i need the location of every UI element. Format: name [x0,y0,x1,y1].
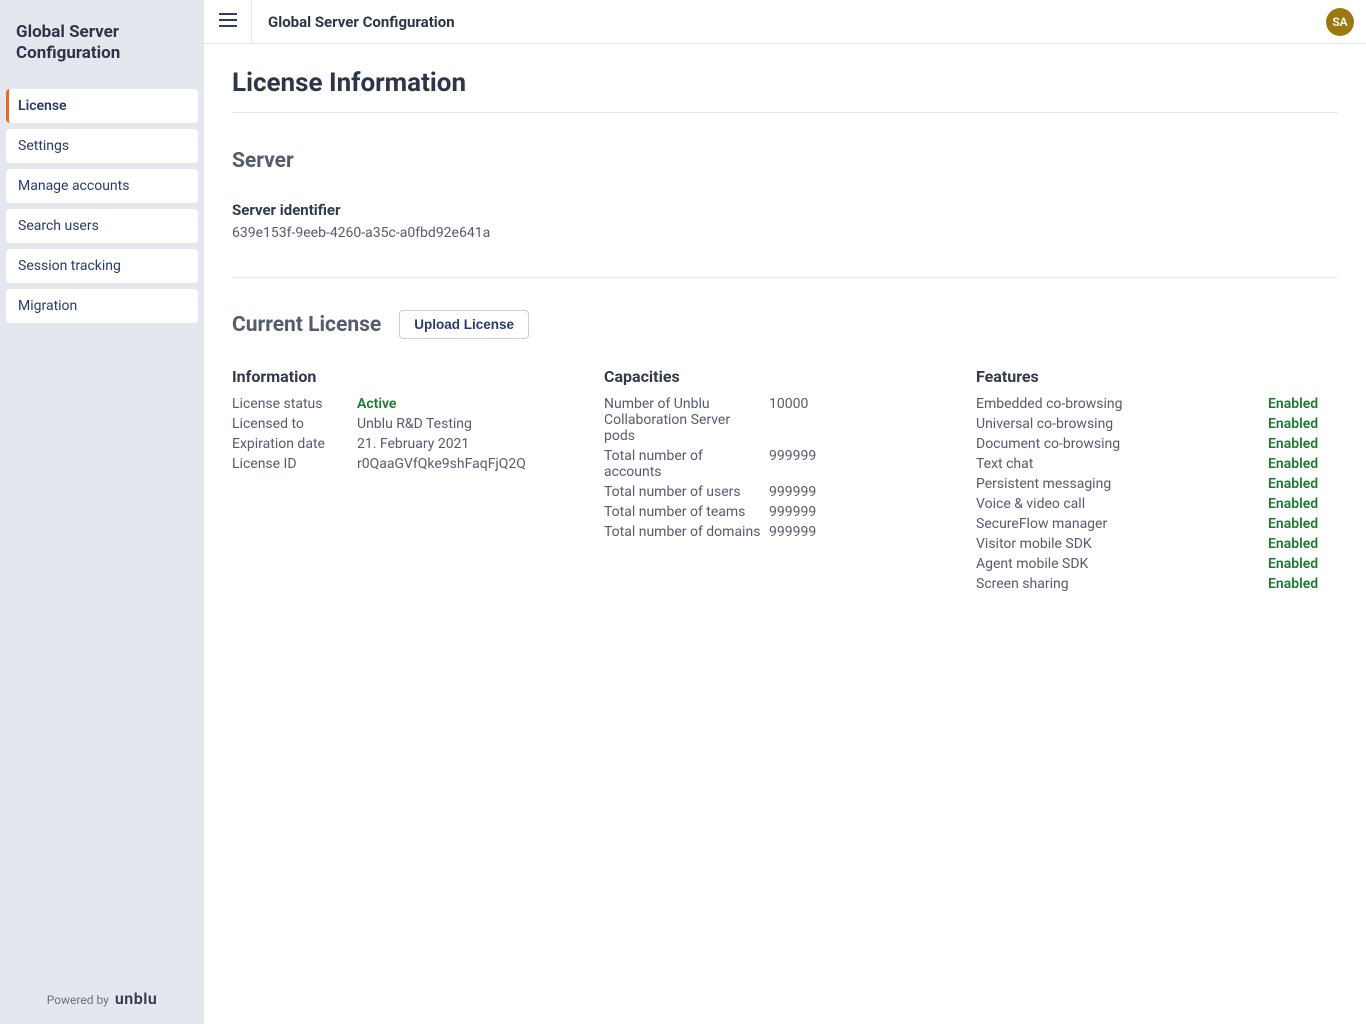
row-label: Agent mobile SDK [976,556,1268,572]
row-label: Total number of accounts [604,448,769,480]
table-row: Total number of domains999999 [604,522,966,542]
row-value: Enabled [1268,396,1338,412]
row-label: Voice & video call [976,496,1268,512]
sidebar-item-settings[interactable]: Settings [6,129,198,163]
row-value: r0QaaGVfQke9shFaqFjQ2Q [357,456,594,472]
row-label: Text chat [976,456,1268,472]
sidebar-title: Global Server Configuration [0,0,204,89]
capacities-column: Capacities Number of Unblu Collaboration… [604,367,966,594]
row-label: Expiration date [232,436,357,452]
sidebar-item-search-users[interactable]: Search users [6,209,198,243]
row-value: Active [357,396,594,412]
row-value: 10000 [769,396,839,444]
content: License Information Server Server identi… [204,44,1366,1024]
topbar: Global Server Configuration SA [204,0,1366,44]
powered-by: Powered by unblu [47,989,158,1008]
sidebar: Global Server Configuration License Setti… [0,0,204,1024]
table-row: Document co-browsingEnabled [976,434,1338,454]
row-value: 999999 [769,504,839,520]
row-label: Embedded co-browsing [976,396,1268,412]
row-label: Visitor mobile SDK [976,536,1268,552]
features-rows: Embedded co-browsingEnabledUniversal co-… [976,394,1338,594]
capacities-rows: Number of Unblu Collaboration Server pod… [604,394,966,542]
row-value: Enabled [1268,476,1338,492]
divider [232,112,1338,113]
page-title: License Information [232,68,1338,98]
row-value: Unblu R&D Testing [357,416,594,432]
current-license-row: Current License Upload License [232,310,1338,339]
hamburger-wrap [204,0,252,43]
sidebar-footer: Powered by unblu [0,969,204,1024]
table-row: Embedded co-browsingEnabled [976,394,1338,414]
upload-license-button[interactable]: Upload License [399,310,529,339]
table-row: Total number of accounts999999 [604,446,966,482]
row-value: Enabled [1268,556,1338,572]
table-row: Total number of teams999999 [604,502,966,522]
row-label: Universal co-browsing [976,416,1268,432]
row-label: Number of Unblu Collaboration Server pod… [604,396,769,444]
avatar[interactable]: SA [1326,8,1354,36]
row-value: Enabled [1268,456,1338,472]
server-section-title: Server [232,149,1338,173]
row-label: License ID [232,456,357,472]
row-label: Licensed to [232,416,357,432]
table-row: Persistent messagingEnabled [976,474,1338,494]
sidebar-item-manage-accounts[interactable]: Manage accounts [6,169,198,203]
server-identifier-label: Server identifier [232,201,1338,219]
table-row: Screen sharingEnabled [976,574,1338,594]
table-row: SecureFlow managerEnabled [976,514,1338,534]
row-label: Screen sharing [976,576,1268,592]
row-label: Persistent messaging [976,476,1268,492]
row-value: Enabled [1268,536,1338,552]
sidebar-nav: License Settings Manage accounts Search use… [0,89,204,323]
row-value: 999999 [769,484,839,500]
table-row: Voice & video callEnabled [976,494,1338,514]
powered-by-label: Powered by [47,993,109,1007]
table-row: Text chatEnabled [976,454,1338,474]
row-value: Enabled [1268,416,1338,432]
table-row: Agent mobile SDKEnabled [976,554,1338,574]
divider [232,277,1338,278]
table-row: Expiration date21. February 2021 [232,434,594,454]
server-identifier-value: 639e153f-9eeb-4260-a35c-a0fbd92e641a [232,225,1338,241]
row-value: 999999 [769,524,839,540]
row-label: SecureFlow manager [976,516,1268,532]
information-heading: Information [232,367,594,386]
row-label: Total number of teams [604,504,769,520]
information-column: Information License statusActiveLicensed… [232,367,594,594]
row-label: Document co-browsing [976,436,1268,452]
row-value: Enabled [1268,576,1338,592]
row-value: Enabled [1268,496,1338,512]
table-row: Visitor mobile SDKEnabled [976,534,1338,554]
sidebar-item-license[interactable]: License [6,89,198,123]
row-value: Enabled [1268,436,1338,452]
sidebar-item-session-tracking[interactable]: Session tracking [6,249,198,283]
table-row: Number of Unblu Collaboration Server pod… [604,394,966,446]
row-label: License status [232,396,357,412]
brand-logo: unblu [115,989,157,1008]
row-value: 21. February 2021 [357,436,594,452]
information-rows: License statusActiveLicensed toUnblu R&D… [232,394,594,474]
row-value: 999999 [769,448,839,480]
table-row: Licensed toUnblu R&D Testing [232,414,594,434]
hamburger-icon[interactable] [219,13,237,31]
table-row: License IDr0QaaGVfQke9shFaqFjQ2Q [232,454,594,474]
table-row: Universal co-browsingEnabled [976,414,1338,434]
topbar-title: Global Server Configuration [252,13,455,31]
features-heading: Features [976,367,1338,386]
main: Global Server Configuration SA License I… [204,0,1366,1024]
sidebar-item-migration[interactable]: Migration [6,289,198,323]
table-row: License statusActive [232,394,594,414]
features-column: Features Embedded co-browsingEnabledUniv… [976,367,1338,594]
license-columns: Information License statusActiveLicensed… [232,367,1338,594]
capacities-heading: Capacities [604,367,966,386]
row-label: Total number of users [604,484,769,500]
row-label: Total number of domains [604,524,769,540]
current-license-title: Current License [232,313,381,337]
row-value: Enabled [1268,516,1338,532]
app-root: Global Server Configuration License Setti… [0,0,1366,1024]
table-row: Total number of users999999 [604,482,966,502]
